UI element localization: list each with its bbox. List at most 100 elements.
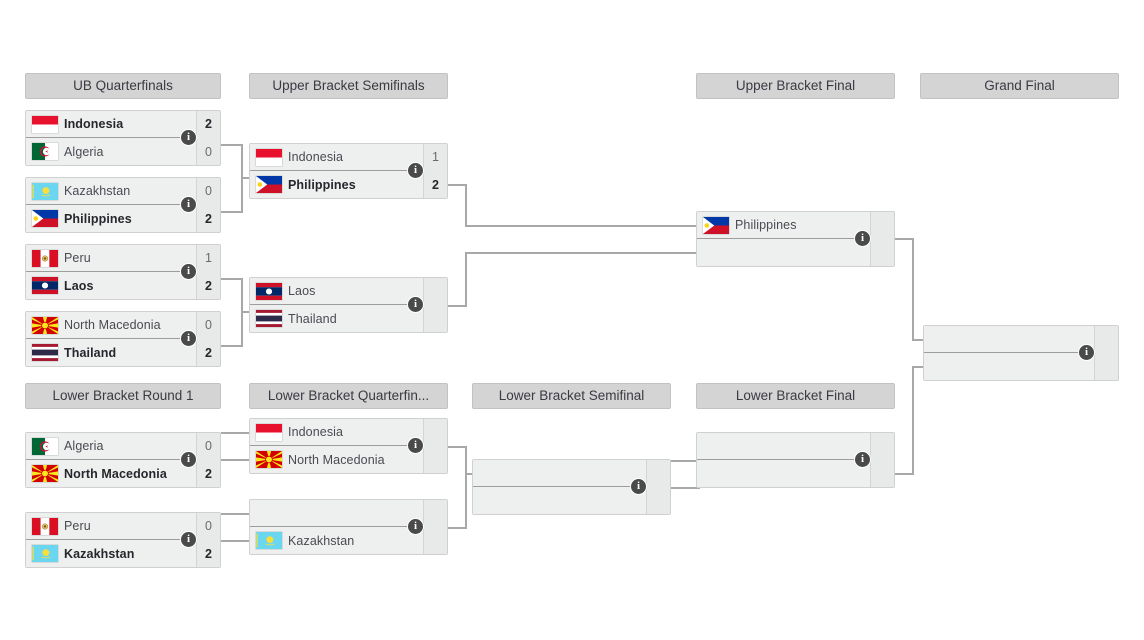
score: 0 bbox=[196, 311, 220, 339]
score: 2 bbox=[196, 460, 220, 487]
score: 0 bbox=[196, 138, 220, 165]
team-name: Algeria bbox=[64, 439, 104, 453]
round-header-lb-round-1: Lower Bracket Round 1 bbox=[25, 383, 221, 409]
flag-placeholder-icon bbox=[473, 487, 511, 514]
team-name: Thailand bbox=[288, 311, 337, 326]
connector bbox=[221, 278, 243, 280]
match-info-icon[interactable]: i bbox=[855, 231, 870, 246]
match-info-icon[interactable]: i bbox=[408, 519, 423, 534]
match-info-icon[interactable]: i bbox=[181, 452, 196, 467]
match-ub-qf-2[interactable]: Kazakhstan 0 Philippines 2 i bbox=[25, 177, 221, 233]
score bbox=[423, 418, 447, 446]
match-info-icon[interactable]: i bbox=[408, 163, 423, 178]
score bbox=[423, 277, 447, 305]
connector bbox=[912, 366, 914, 475]
team-name: North Macedonia bbox=[64, 466, 167, 481]
match-lb-qf-1[interactable]: Indonesia North Macedonia i bbox=[249, 418, 448, 474]
match-lb-r1-1[interactable]: Algeria 0 North Macedonia 2 i bbox=[25, 432, 221, 488]
team-name: Laos bbox=[288, 284, 316, 298]
team-name: Indonesia bbox=[64, 117, 124, 131]
connector bbox=[892, 238, 914, 240]
score: 1 bbox=[196, 244, 220, 272]
team-name: Indonesia bbox=[288, 425, 344, 439]
score: 1 bbox=[423, 143, 447, 171]
team-name: Philippines bbox=[64, 211, 132, 226]
score bbox=[423, 446, 447, 473]
connector bbox=[912, 238, 914, 341]
score bbox=[646, 487, 670, 514]
round-header-ub-semifinals: Upper Bracket Semifinals bbox=[249, 73, 448, 99]
flag-philippines-icon bbox=[250, 171, 288, 198]
match-info-icon[interactable]: i bbox=[408, 438, 423, 453]
round-header-ub-quarterfinals: UB Quarterfinals bbox=[25, 73, 221, 99]
match-lb-r1-2[interactable]: Peru 0 Kazakhstan 2 i bbox=[25, 512, 221, 568]
flag-placeholder-icon bbox=[697, 433, 735, 460]
match-info-icon[interactable]: i bbox=[181, 197, 196, 212]
match-ub-qf-1[interactable]: Indonesia 2 Algeria 0 i bbox=[25, 110, 221, 166]
score bbox=[870, 211, 894, 239]
match-lb-final[interactable]: i bbox=[696, 432, 895, 488]
match-info-icon[interactable]: i bbox=[855, 452, 870, 467]
flag-laos-icon bbox=[250, 278, 288, 305]
team-name: Indonesia bbox=[288, 150, 344, 164]
team-name: Laos bbox=[64, 278, 94, 293]
flag-thailand-icon bbox=[26, 339, 64, 366]
team-name: Kazakhstan bbox=[64, 184, 131, 198]
match-lb-semifinal[interactable]: i bbox=[472, 459, 671, 515]
flag-algeria-icon bbox=[26, 138, 64, 165]
flag-placeholder-icon bbox=[697, 239, 735, 266]
match-info-icon[interactable]: i bbox=[408, 297, 423, 312]
match-info-icon[interactable]: i bbox=[1079, 345, 1094, 360]
score bbox=[870, 239, 894, 266]
score bbox=[423, 527, 447, 554]
flag-peru-icon bbox=[26, 245, 64, 272]
connector bbox=[465, 252, 700, 254]
score: 0 bbox=[196, 177, 220, 205]
match-ub-sf-1[interactable]: Indonesia 1 Philippines 2 i bbox=[249, 143, 448, 199]
flag-north-macedonia-icon bbox=[250, 446, 288, 473]
flag-philippines-icon bbox=[26, 205, 64, 232]
team-name: Thailand bbox=[64, 345, 117, 360]
match-ub-sf-2[interactable]: Laos Thailand i bbox=[249, 277, 448, 333]
score: 2 bbox=[196, 339, 220, 366]
score: 2 bbox=[423, 171, 447, 198]
flag-peru-icon bbox=[26, 513, 64, 540]
score: 0 bbox=[196, 432, 220, 460]
match-info-icon[interactable]: i bbox=[181, 532, 196, 547]
score: 2 bbox=[196, 205, 220, 232]
team-name: Philippines bbox=[288, 177, 356, 192]
match-info-icon[interactable]: i bbox=[181, 264, 196, 279]
flag-kazakhstan-icon bbox=[26, 540, 64, 567]
connector bbox=[221, 144, 243, 146]
match-info-icon[interactable]: i bbox=[181, 130, 196, 145]
flag-indonesia-icon bbox=[250, 144, 288, 171]
flag-north-macedonia-icon bbox=[26, 312, 64, 339]
flag-algeria-icon bbox=[26, 433, 64, 460]
flag-placeholder-icon bbox=[250, 500, 288, 527]
match-ub-final[interactable]: Philippines i bbox=[696, 211, 895, 267]
connector bbox=[445, 527, 467, 529]
match-ub-qf-3[interactable]: Peru 1 Laos 2 i bbox=[25, 244, 221, 300]
score bbox=[423, 499, 447, 527]
team-name: North Macedonia bbox=[64, 318, 161, 332]
match-info-icon[interactable]: i bbox=[631, 479, 646, 494]
flag-placeholder-icon bbox=[473, 460, 511, 487]
connector bbox=[445, 184, 467, 186]
flag-kazakhstan-icon bbox=[26, 178, 64, 205]
round-header-lb-final: Lower Bracket Final bbox=[696, 383, 895, 409]
match-ub-qf-4[interactable]: North Macedonia 0 Thailand 2 i bbox=[25, 311, 221, 367]
team-name: Kazakhstan bbox=[64, 546, 135, 561]
team-name: Philippines bbox=[735, 218, 797, 232]
score bbox=[646, 459, 670, 487]
flag-indonesia-icon bbox=[250, 419, 288, 446]
flag-placeholder-icon bbox=[697, 460, 735, 487]
match-info-icon[interactable]: i bbox=[181, 331, 196, 346]
match-grand-final[interactable]: i bbox=[923, 325, 1119, 381]
flag-philippines-icon bbox=[697, 212, 735, 239]
flag-kazakhstan-icon bbox=[250, 527, 288, 554]
team-name: Peru bbox=[64, 251, 91, 265]
score: 0 bbox=[196, 512, 220, 540]
connector bbox=[892, 473, 914, 475]
score bbox=[1094, 353, 1118, 380]
match-lb-qf-2[interactable]: Kazakhstan i bbox=[249, 499, 448, 555]
